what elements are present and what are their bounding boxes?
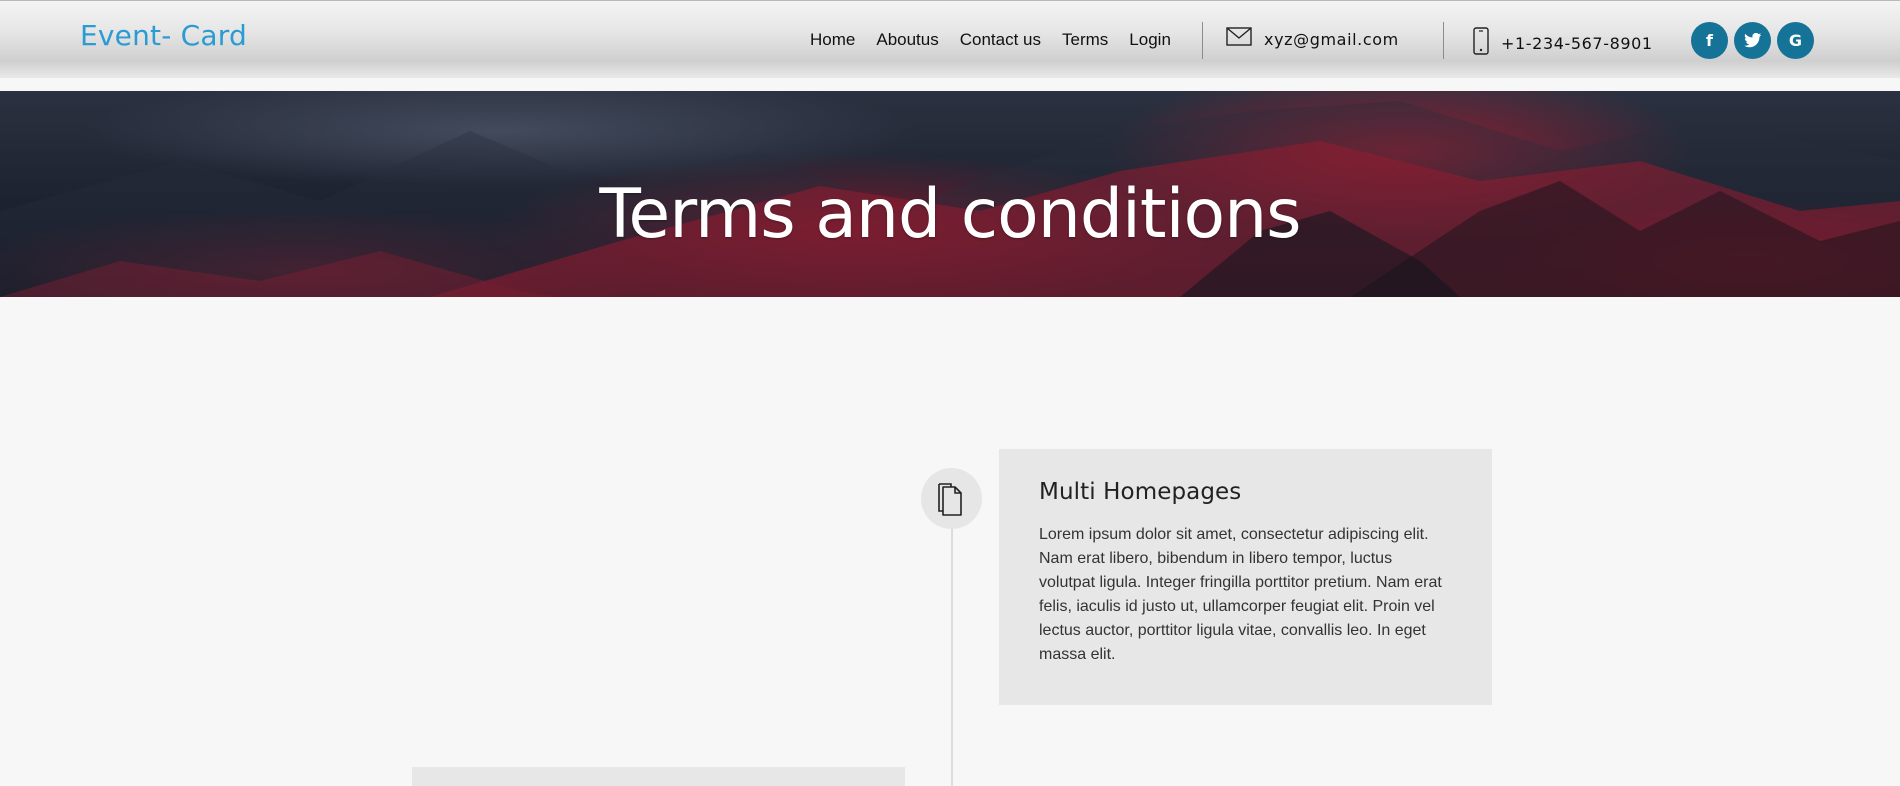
page-title: Terms and conditions <box>599 175 1301 254</box>
timeline-card-body: Lorem ipsum dolor sit amet, consectetur … <box>1039 526 1442 663</box>
facebook-icon[interactable]: f <box>1691 22 1728 59</box>
mobile-phone-icon <box>1473 27 1489 60</box>
nav-terms[interactable]: Terms <box>1062 29 1108 51</box>
timeline-card: Multi Homepages Lorem ipsum dolor sit am… <box>999 449 1492 705</box>
phone-contact[interactable]: +1-234-567-8901 <box>1473 27 1653 60</box>
timeline-card <box>412 767 905 786</box>
nav-login[interactable]: Login <box>1129 29 1171 51</box>
header-divider <box>1202 22 1203 59</box>
twitter-icon[interactable] <box>1734 22 1771 59</box>
header-divider <box>1443 22 1444 59</box>
nav-contact-us[interactable]: Contact us <box>960 29 1041 51</box>
nav-aboutus[interactable]: Aboutus <box>876 29 938 51</box>
email-contact[interactable]: xyz@gmail.com <box>1226 27 1399 51</box>
nav-home[interactable]: Home <box>810 29 855 51</box>
social-links: f G <box>1691 22 1814 59</box>
documents-icon <box>921 468 982 529</box>
brand-logo[interactable]: Event- Card <box>80 19 247 52</box>
main-nav: Home Aboutus Contact us Terms Login <box>810 29 1171 51</box>
phone-text: +1-234-567-8901 <box>1501 34 1653 53</box>
envelope-icon <box>1226 27 1252 51</box>
timeline-card-title: Multi Homepages <box>1039 479 1242 505</box>
top-header: Event- Card Home Aboutus Contact us Term… <box>0 0 1900 78</box>
hero-banner: Terms and conditions <box>0 91 1900 297</box>
timeline-line <box>951 525 953 786</box>
google-icon[interactable]: G <box>1777 22 1814 59</box>
email-text: xyz@gmail.com <box>1264 29 1399 49</box>
